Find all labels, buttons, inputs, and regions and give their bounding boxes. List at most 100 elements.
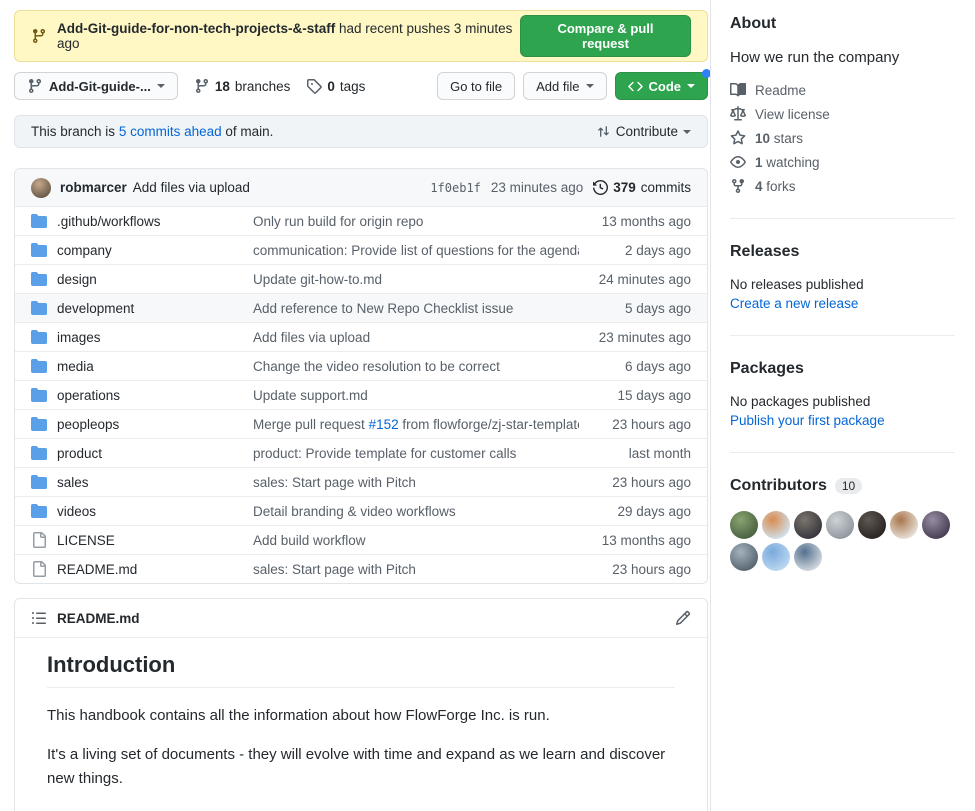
commit-message-link[interactable]: Change the video resolution to be correc… [253, 359, 579, 374]
commit-message-link[interactable]: Merge pull request #152 from flowforge/z… [253, 417, 579, 432]
file-name-link[interactable]: README.md [57, 562, 253, 577]
folder-icon [31, 358, 47, 374]
contributor-avatar[interactable] [730, 543, 758, 571]
sidebar-item-watching[interactable]: 1 watching [730, 154, 955, 170]
branch-selector-button[interactable]: Add-Git-guide-... [14, 72, 178, 100]
commit-message-link[interactable]: Detail branding & video workflows [253, 504, 579, 519]
folder-icon [31, 329, 47, 345]
file-commit-time: 23 hours ago [579, 562, 691, 577]
author-avatar[interactable] [31, 178, 51, 198]
sidebar: About How we run the company Readme View… [710, 0, 975, 811]
file-name-link[interactable]: company [57, 243, 253, 258]
commit-message-link[interactable]: product: Provide template for customer c… [253, 446, 579, 461]
git-branch-icon [27, 78, 43, 94]
commits-ahead-link[interactable]: 5 commits ahead [119, 124, 222, 139]
commit-message-link[interactable]: communication: Provide list of questions… [253, 243, 579, 258]
law-icon [730, 106, 746, 122]
tags-label: tags [340, 79, 366, 94]
sidebar-item-stars[interactable]: 10 stars [730, 130, 955, 146]
contributor-avatar[interactable] [762, 543, 790, 571]
file-name-link[interactable]: LICENSE [57, 533, 253, 548]
contributors-title: Contributors [730, 477, 827, 495]
file-name-link[interactable]: development [57, 301, 253, 316]
contributor-avatar[interactable] [890, 511, 918, 539]
compare-pull-request-button[interactable]: Compare & pull request [520, 15, 691, 57]
sidebar-item-license[interactable]: View license [730, 106, 955, 122]
file-commit-time: 2 days ago [579, 243, 691, 258]
packages-empty-text: No packages published [730, 394, 955, 409]
git-branch-icon [31, 28, 47, 44]
contributor-avatar[interactable] [922, 511, 950, 539]
file-name-link[interactable]: media [57, 359, 253, 374]
contributor-avatar[interactable] [826, 511, 854, 539]
add-file-button[interactable]: Add file [523, 72, 606, 100]
file-row[interactable]: .github/workflowsOnly run build for orig… [15, 206, 707, 235]
commit-message-link[interactable]: Add files via upload [253, 330, 579, 345]
commit-message-link[interactable]: Update git-how-to.md [253, 272, 579, 287]
file-commit-time: 29 days ago [579, 504, 691, 519]
commit-author[interactable]: robmarcer [60, 180, 127, 195]
releases-empty-text: No releases published [730, 277, 955, 292]
go-to-file-button[interactable]: Go to file [437, 72, 515, 100]
file-row[interactable]: README.mdsales: Start page with Pitch23 … [15, 554, 707, 583]
file-row[interactable]: videosDetail branding & video workflows2… [15, 496, 707, 525]
sidebar-divider [730, 335, 955, 336]
file-icon [31, 561, 47, 577]
file-name-link[interactable]: peopleops [57, 417, 253, 432]
file-row[interactable]: productproduct: Provide template for cus… [15, 438, 707, 467]
file-name-link[interactable]: sales [57, 475, 253, 490]
pull-request-link[interactable]: #152 [369, 417, 399, 432]
about-title: About [730, 15, 955, 33]
commit-message-link[interactable]: Add reference to New Repo Checklist issu… [253, 301, 579, 316]
contributor-avatar[interactable] [858, 511, 886, 539]
file-commit-time: 13 months ago [579, 214, 691, 229]
file-name-link[interactable]: videos [57, 504, 253, 519]
sidebar-item-readme[interactable]: Readme [730, 82, 955, 98]
sidebar-item-forks[interactable]: 4 forks [730, 178, 955, 194]
list-unordered-icon[interactable] [31, 610, 47, 626]
code-button[interactable]: Code [615, 72, 709, 100]
branch-status-suffix: of main. [225, 124, 273, 139]
tags-link[interactable]: 0 tags [306, 78, 365, 94]
contributor-avatar[interactable] [794, 543, 822, 571]
file-commit-time: last month [579, 446, 691, 461]
commit-message-link[interactable]: sales: Start page with Pitch [253, 475, 579, 490]
folder-icon [31, 503, 47, 519]
file-commit-time: 5 days ago [579, 301, 691, 316]
file-name-link[interactable]: .github/workflows [57, 214, 253, 229]
file-row[interactable]: operationsUpdate support.md15 days ago [15, 380, 707, 409]
commit-message-link[interactable]: Only run build for origin repo [253, 214, 579, 229]
file-row[interactable]: companycommunication: Provide list of qu… [15, 235, 707, 264]
file-name-link[interactable]: design [57, 272, 253, 287]
commit-message-link[interactable]: Update support.md [253, 388, 579, 403]
file-row[interactable]: imagesAdd files via upload23 minutes ago [15, 322, 707, 351]
commits-history-link[interactable]: 379 commits [593, 180, 691, 195]
file-row[interactable]: developmentAdd reference to New Repo Che… [15, 293, 707, 322]
file-row[interactable]: salessales: Start page with Pitch23 hour… [15, 467, 707, 496]
file-row[interactable]: peopleopsMerge pull request #152 from fl… [15, 409, 707, 438]
file-row[interactable]: LICENSEAdd build workflow13 months ago [15, 525, 707, 554]
commit-hash[interactable]: 1f0eb1f [430, 181, 481, 195]
commit-message-link[interactable]: Add build workflow [253, 533, 579, 548]
file-row[interactable]: mediaChange the video resolution to be c… [15, 351, 707, 380]
file-row[interactable]: designUpdate git-how-to.md24 minutes ago [15, 264, 707, 293]
contributor-avatar[interactable] [762, 511, 790, 539]
file-commit-time: 24 minutes ago [579, 272, 691, 287]
contribute-button[interactable]: Contribute [596, 124, 691, 139]
readme-filename: README.md [57, 611, 140, 626]
commit-time: 23 minutes ago [491, 180, 583, 195]
file-name-link[interactable]: images [57, 330, 253, 345]
contributor-avatar[interactable] [730, 511, 758, 539]
book-icon [730, 82, 746, 98]
folder-icon [31, 213, 47, 229]
pencil-icon[interactable] [675, 610, 691, 626]
commit-message[interactable]: Add files via upload [133, 180, 250, 195]
readme-section: README.md Introduction This handbook con… [14, 598, 708, 811]
branches-link[interactable]: 18 branches [194, 78, 291, 94]
file-name-link[interactable]: operations [57, 388, 253, 403]
file-name-link[interactable]: product [57, 446, 253, 461]
create-release-link[interactable]: Create a new release [730, 296, 955, 311]
commit-message-link[interactable]: sales: Start page with Pitch [253, 562, 579, 577]
publish-package-link[interactable]: Publish your first package [730, 413, 955, 428]
contributor-avatar[interactable] [794, 511, 822, 539]
